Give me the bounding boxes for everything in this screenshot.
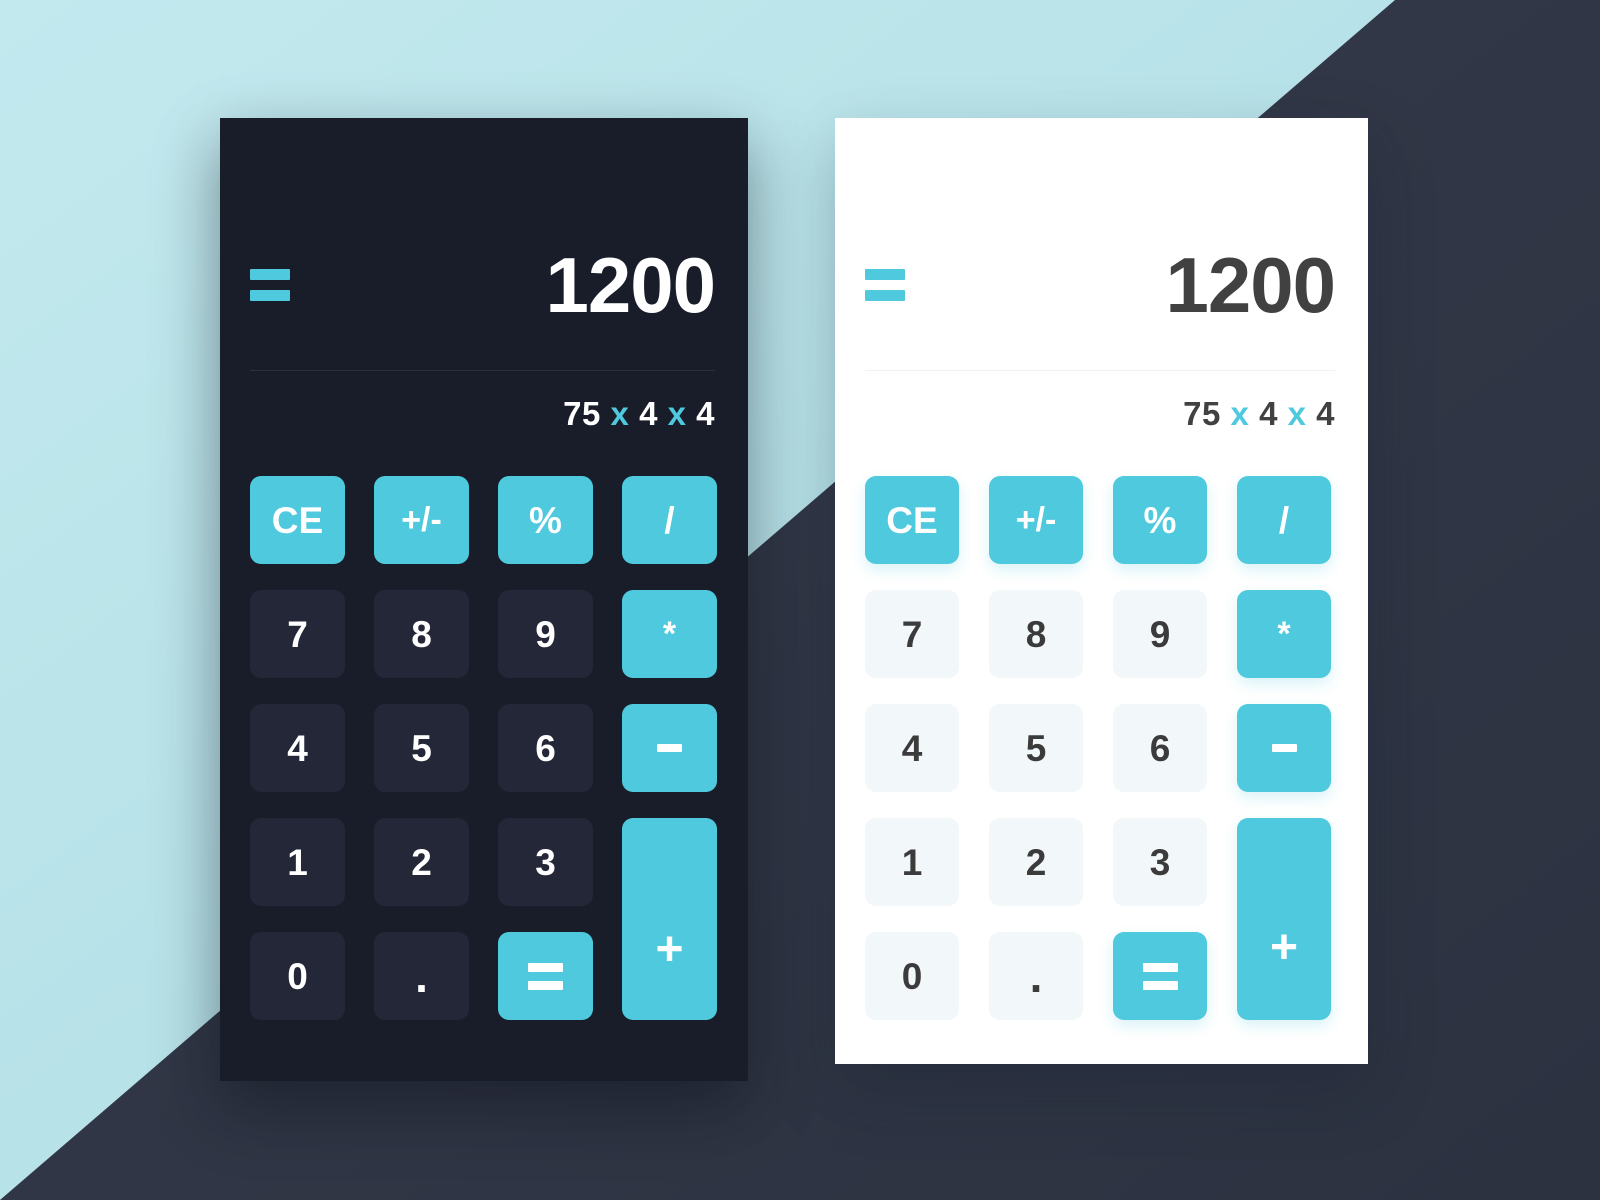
digit-8-key[interactable]: 8 (989, 590, 1083, 678)
digit-2-key[interactable]: 2 (989, 818, 1083, 906)
expression-operand: 4 (696, 395, 715, 432)
expression-operand: 4 (639, 395, 658, 432)
sign-toggle-key[interactable]: +/- (374, 476, 469, 564)
digit-0-key[interactable]: 0 (250, 932, 345, 1020)
subtract-key[interactable] (622, 704, 717, 792)
multiply-key[interactable]: * (622, 590, 717, 678)
equals-icon (1142, 962, 1178, 990)
equals-bar-top (1142, 962, 1178, 972)
expression-operand: 4 (1316, 395, 1335, 432)
clear-entry-key[interactable]: CE (250, 476, 345, 564)
decimal-point-key[interactable]: . (374, 932, 469, 1020)
logo-bar-top (865, 269, 905, 280)
minus-icon (657, 744, 682, 752)
expression-value: 75 x 4 x 4 (250, 395, 715, 433)
minus-icon (1271, 744, 1297, 752)
percent-key[interactable]: % (498, 476, 593, 564)
expression-operator: x (610, 395, 630, 432)
display-panel: 1200 75 x 4 x 4 (835, 118, 1368, 433)
expression-operand: 75 (563, 395, 601, 432)
display-panel: 1200 75 x 4 x 4 (220, 118, 748, 433)
display-divider (250, 370, 715, 371)
result-value: 1200 (545, 241, 716, 329)
digit-8-key[interactable]: 8 (374, 590, 469, 678)
equals-key[interactable] (498, 932, 593, 1020)
digit-6-key[interactable]: 6 (498, 704, 593, 792)
dark-calculator: 1200 75 x 4 x 4 CE +/- % / 7 8 9 * 4 5 6… (220, 118, 748, 1081)
digit-5-key[interactable]: 5 (374, 704, 469, 792)
digit-6-key[interactable]: 6 (1113, 704, 1207, 792)
divide-key[interactable]: / (1237, 476, 1331, 564)
digit-2-key[interactable]: 2 (374, 818, 469, 906)
digit-1-key[interactable]: 1 (865, 818, 959, 906)
expression-operand: 4 (1259, 395, 1278, 432)
clear-entry-key[interactable]: CE (865, 476, 959, 564)
digit-7-key[interactable]: 7 (250, 590, 345, 678)
equals-logo-icon (865, 269, 905, 301)
equals-bar-top (528, 962, 563, 972)
digit-4-key[interactable]: 4 (865, 704, 959, 792)
display-top-row: 1200 (865, 241, 1336, 329)
digit-4-key[interactable]: 4 (250, 704, 345, 792)
expression-value: 75 x 4 x 4 (865, 395, 1335, 433)
logo-bar-top (250, 269, 290, 280)
digit-9-key[interactable]: 9 (1113, 590, 1207, 678)
add-key[interactable]: + (622, 818, 717, 1020)
equals-icon (528, 962, 563, 990)
multiply-key[interactable]: * (1237, 590, 1331, 678)
equals-bar-bottom (528, 980, 563, 990)
digit-1-key[interactable]: 1 (250, 818, 345, 906)
digit-5-key[interactable]: 5 (989, 704, 1083, 792)
equals-key[interactable] (1113, 932, 1207, 1020)
logo-bar-bottom (250, 290, 290, 301)
percent-key[interactable]: % (1113, 476, 1207, 564)
digit-3-key[interactable]: 3 (498, 818, 593, 906)
sign-toggle-key[interactable]: +/- (989, 476, 1083, 564)
expression-operand: 75 (1183, 395, 1221, 432)
display-top-row: 1200 (250, 241, 716, 329)
keypad: CE +/- % / 7 8 9 * 4 5 6 1 2 3 + 0 . (835, 476, 1368, 1020)
subtract-key[interactable] (1237, 704, 1331, 792)
equals-logo-icon (250, 269, 290, 301)
expression-operator: x (1230, 395, 1250, 432)
expression-operator: x (667, 395, 687, 432)
result-value: 1200 (1165, 241, 1336, 329)
equals-bar-bottom (1142, 980, 1178, 990)
logo-bar-bottom (865, 290, 905, 301)
display-divider (865, 370, 1335, 371)
light-calculator: 1200 75 x 4 x 4 CE +/- % / 7 8 9 * 4 5 6… (835, 118, 1368, 1064)
add-key[interactable]: + (1237, 818, 1331, 1020)
keypad: CE +/- % / 7 8 9 * 4 5 6 1 2 3 + 0 . (220, 476, 748, 1020)
digit-9-key[interactable]: 9 (498, 590, 593, 678)
digit-3-key[interactable]: 3 (1113, 818, 1207, 906)
expression-operator: x (1287, 395, 1307, 432)
divide-key[interactable]: / (622, 476, 717, 564)
digit-7-key[interactable]: 7 (865, 590, 959, 678)
decimal-point-key[interactable]: . (989, 932, 1083, 1020)
digit-0-key[interactable]: 0 (865, 932, 959, 1020)
